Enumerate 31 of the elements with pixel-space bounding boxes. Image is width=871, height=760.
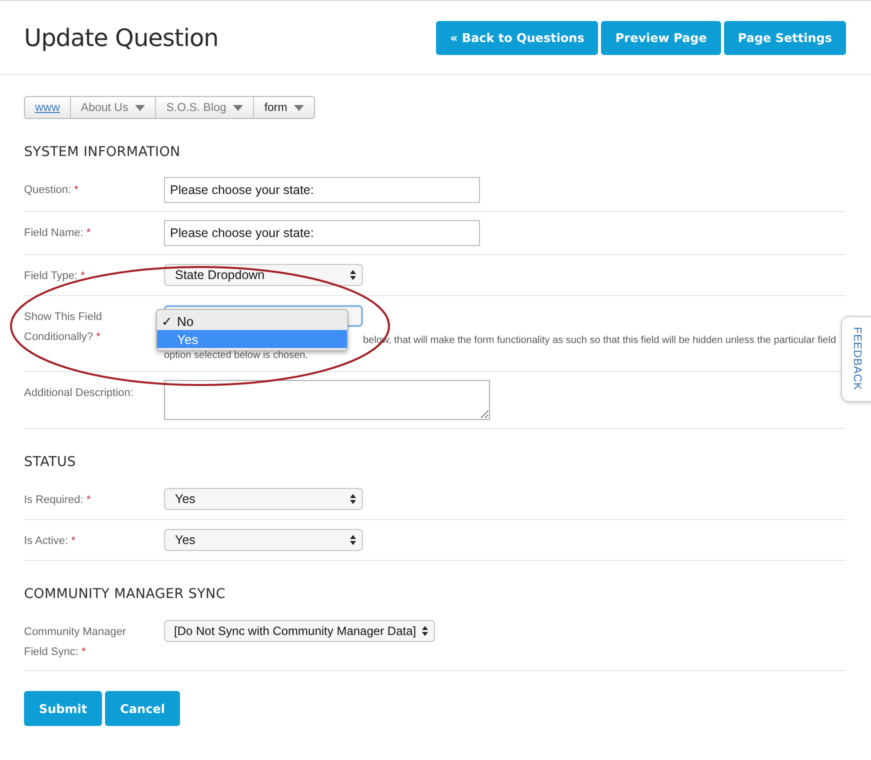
header-button[interactable]: Preview Page	[601, 20, 721, 54]
breadcrumb-item[interactable]: form	[254, 97, 314, 118]
help-text: option selected below is chosen.	[164, 349, 308, 363]
header-button[interactable]: « Back to Questions	[436, 20, 598, 54]
feedback-tab[interactable]: FEEDBACK	[841, 316, 871, 402]
text-field[interactable]: Please choose your state:	[164, 177, 480, 203]
field-label: Community Manager Field Sync: *	[24, 625, 128, 660]
section-heading: SYSTEM INFORMATION	[24, 144, 182, 160]
breadcrumb-link[interactable]: www	[25, 97, 71, 118]
header-button[interactable]: Page Settings	[724, 20, 846, 54]
section-heading: STATUS	[24, 454, 77, 470]
field-label: Field Type: *	[24, 269, 86, 284]
text-field[interactable]: Please choose your state:	[164, 220, 480, 246]
breadcrumb-item[interactable]: S.O.S. Blog	[156, 97, 254, 118]
field-label: Field Name: *	[24, 226, 92, 241]
dropdown-option[interactable]: ✓ No	[157, 312, 347, 330]
dropdown[interactable]: State Dropdown	[164, 264, 363, 286]
dropdown[interactable]: Yes	[164, 488, 363, 510]
form-button[interactable]: Cancel	[105, 691, 180, 726]
field-label: Is Required: *	[24, 493, 92, 508]
field-label: Show This Field Conditionally? *	[24, 310, 104, 345]
section-heading: COMMUNITY MANAGER SYNC	[24, 586, 226, 602]
dropdown-option[interactable]: Yes	[157, 330, 347, 348]
form-button[interactable]: Submit	[24, 691, 102, 726]
field-label: Question: *	[24, 183, 80, 198]
field-label: Is Active: *	[24, 534, 76, 549]
field-label: Additional Description:	[24, 386, 134, 401]
dropdown[interactable]: [Do Not Sync with Community Manager Data]	[164, 620, 436, 642]
page-title: Update Question	[24, 24, 218, 52]
dropdown[interactable]: Yes	[164, 529, 363, 551]
breadcrumb-item[interactable]: About Us	[70, 97, 156, 118]
